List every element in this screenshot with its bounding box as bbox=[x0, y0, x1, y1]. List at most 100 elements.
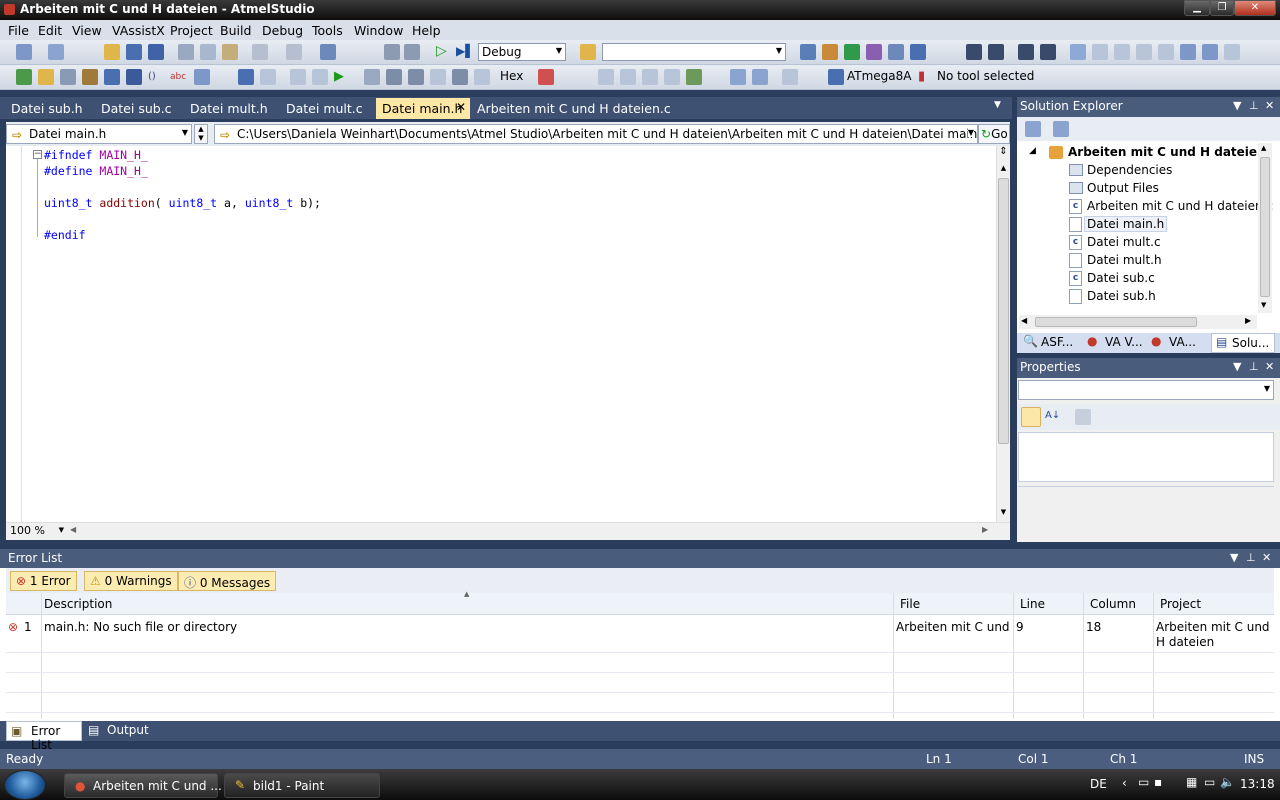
project-node[interactable]: Arbeiten mit C und H dateien bbox=[1068, 145, 1266, 159]
settings-icon[interactable] bbox=[60, 69, 76, 85]
menu-build[interactable]: Build bbox=[220, 23, 251, 38]
reset-icon[interactable] bbox=[430, 69, 446, 85]
comment-lines-icon[interactable] bbox=[1018, 44, 1034, 60]
pin-icon[interactable]: ⊥ bbox=[1246, 551, 1256, 564]
device-programming-icon[interactable] bbox=[888, 44, 904, 60]
panel-close-icon[interactable]: ✕ bbox=[1265, 99, 1274, 112]
save-icon[interactable] bbox=[126, 44, 142, 60]
scroll-left-icon[interactable]: ◀ bbox=[70, 525, 76, 534]
properties-grid[interactable] bbox=[1018, 432, 1274, 482]
tab-asf[interactable]: ASF... bbox=[1041, 335, 1073, 349]
menu-file[interactable]: File bbox=[8, 23, 29, 38]
spell-check-icon[interactable]: abc bbox=[170, 69, 186, 85]
next-bookmark-icon[interactable] bbox=[1092, 44, 1108, 60]
menu-view[interactable]: View bbox=[72, 23, 102, 38]
tab-solution-explorer[interactable]: ▤ Solu... bbox=[1211, 333, 1275, 353]
increase-indent-icon[interactable] bbox=[988, 44, 1004, 60]
tab-arbeiten-main-c[interactable]: Arbeiten mit C und H dateien.c bbox=[477, 101, 671, 116]
errors-filter-button[interactable]: ⊗ 1 Error bbox=[10, 571, 77, 591]
panel-menu-icon[interactable]: ▼ bbox=[1230, 551, 1238, 564]
tree-item-datei-sub-c[interactable]: Datei sub.c bbox=[1087, 271, 1155, 285]
property-pages-icon[interactable] bbox=[1075, 409, 1091, 425]
tree-item-datei-sub-h[interactable]: Datei sub.h bbox=[1087, 289, 1156, 303]
call-stack-icon[interactable] bbox=[642, 69, 658, 85]
tab-va-outline[interactable]: VA... bbox=[1169, 335, 1196, 349]
path-selector[interactable]: ⇨ C:\Users\Daniela Weinhart\Documents\At… bbox=[214, 124, 978, 144]
tab-datei-mult-h[interactable]: Datei mult.h bbox=[190, 101, 268, 116]
comment-icon[interactable] bbox=[910, 44, 926, 60]
stop-debugging-icon[interactable] bbox=[260, 69, 276, 85]
close-button[interactable]: ✕ bbox=[1234, 0, 1276, 16]
start-debugging-icon[interactable]: ▷ bbox=[436, 44, 452, 60]
app-icon[interactable] bbox=[4, 4, 15, 15]
tree-item-output-files[interactable]: Output Files bbox=[1087, 181, 1159, 195]
search-icon[interactable] bbox=[404, 44, 420, 60]
configuration-select[interactable]: Debug ▼ bbox=[478, 43, 566, 61]
volume-icon[interactable]: 🔈 bbox=[1220, 775, 1235, 789]
solution-horizontal-scrollbar[interactable]: ◀ ▶ bbox=[1019, 315, 1257, 329]
save-all-icon[interactable] bbox=[148, 44, 164, 60]
scroll-down-icon[interactable]: ▼ bbox=[997, 508, 1010, 520]
copy-icon[interactable] bbox=[200, 44, 216, 60]
bookmark-folder-icon[interactable] bbox=[1158, 44, 1174, 60]
menu-tools[interactable]: Tools bbox=[312, 23, 343, 38]
tab-list-dropdown-icon[interactable]: ▼ bbox=[994, 100, 1001, 110]
processor-view-icon[interactable] bbox=[730, 69, 746, 85]
categorized-icon[interactable] bbox=[1021, 407, 1041, 427]
usb-icon[interactable]: ▪ bbox=[1154, 775, 1162, 789]
tab-datei-sub-c[interactable]: Datei sub.c bbox=[101, 101, 172, 116]
column-line[interactable]: Line bbox=[1020, 597, 1045, 611]
clear-bookmarks-icon[interactable] bbox=[1136, 44, 1152, 60]
task-atmel-studio[interactable]: ● Arbeiten mit C und ... bbox=[64, 773, 222, 798]
open-folder-icon[interactable] bbox=[104, 44, 120, 60]
start-without-debugging-icon[interactable]: ▶▌ bbox=[456, 44, 474, 60]
object-browser-icon[interactable] bbox=[844, 44, 860, 60]
panel-close-icon[interactable]: ✕ bbox=[1262, 551, 1271, 564]
run-icon[interactable]: ▶ bbox=[334, 69, 350, 85]
refactor-icon[interactable] bbox=[82, 69, 98, 85]
open-file-icon[interactable] bbox=[38, 69, 54, 85]
paste-icon[interactable] bbox=[222, 44, 238, 60]
tab-datei-sub-h[interactable]: Datei sub.h bbox=[11, 101, 83, 116]
solution-hscroll-thumb[interactable] bbox=[1035, 317, 1197, 327]
continue-icon[interactable] bbox=[238, 69, 254, 85]
step-over-icon[interactable] bbox=[364, 69, 380, 85]
split-spinner[interactable]: ▲ ▼ bbox=[194, 124, 208, 144]
cut-icon[interactable] bbox=[178, 44, 194, 60]
minimize-button[interactable]: ▁ bbox=[1184, 0, 1210, 16]
column-description[interactable]: Description bbox=[44, 597, 112, 611]
io-view-icon[interactable] bbox=[752, 69, 768, 85]
find-icon[interactable] bbox=[384, 44, 400, 60]
properties-icon[interactable] bbox=[1025, 121, 1041, 137]
bookmark-icon[interactable] bbox=[1070, 44, 1086, 60]
menu-help[interactable]: Help bbox=[412, 23, 441, 38]
menu-project[interactable]: Project bbox=[170, 23, 213, 38]
redo-icon[interactable] bbox=[286, 44, 302, 60]
scroll-down-icon[interactable]: ▼ bbox=[1261, 301, 1266, 309]
symbol-icon[interactable]: () bbox=[148, 69, 164, 85]
watch-icon[interactable] bbox=[598, 69, 614, 85]
alphabetical-icon[interactable]: A↓ bbox=[1045, 409, 1061, 425]
tab-error-list[interactable]: ▣ Error List bbox=[6, 721, 82, 752]
breakpoint-icon[interactable] bbox=[538, 69, 554, 85]
snippet-icon[interactable] bbox=[194, 69, 210, 85]
step-out-icon[interactable] bbox=[386, 69, 402, 85]
column-project[interactable]: Project bbox=[1160, 597, 1201, 611]
disassembly-icon[interactable] bbox=[782, 69, 798, 85]
task-paint[interactable]: ✎ bild1 - Paint bbox=[224, 773, 380, 798]
navigate-forward-icon[interactable] bbox=[1180, 44, 1196, 60]
show-next-statement-icon[interactable] bbox=[452, 69, 468, 85]
table-row[interactable]: ⊗ 1 main.h: No such file or directory Ar… bbox=[6, 615, 1274, 652]
chevron-left-icon[interactable]: ‹ bbox=[1122, 776, 1127, 790]
goto-icon[interactable] bbox=[126, 69, 142, 85]
solution-scroll-thumb[interactable] bbox=[1260, 157, 1270, 297]
maximize-button[interactable]: ❐ bbox=[1210, 0, 1234, 16]
scroll-up-icon[interactable]: ▲ bbox=[1261, 144, 1266, 152]
monitor-icon[interactable]: ▭ bbox=[1138, 775, 1149, 789]
uncomment-lines-icon[interactable] bbox=[1040, 44, 1056, 60]
tab-datei-main-h[interactable]: Datei main.h ✕ bbox=[376, 98, 470, 119]
pin-icon[interactable]: ⊥ bbox=[1249, 99, 1259, 112]
menu-edit[interactable]: Edit bbox=[38, 23, 62, 38]
device-selector[interactable]: ATmega8A bbox=[847, 69, 912, 83]
go-button[interactable]: ↻Go bbox=[978, 124, 1010, 144]
